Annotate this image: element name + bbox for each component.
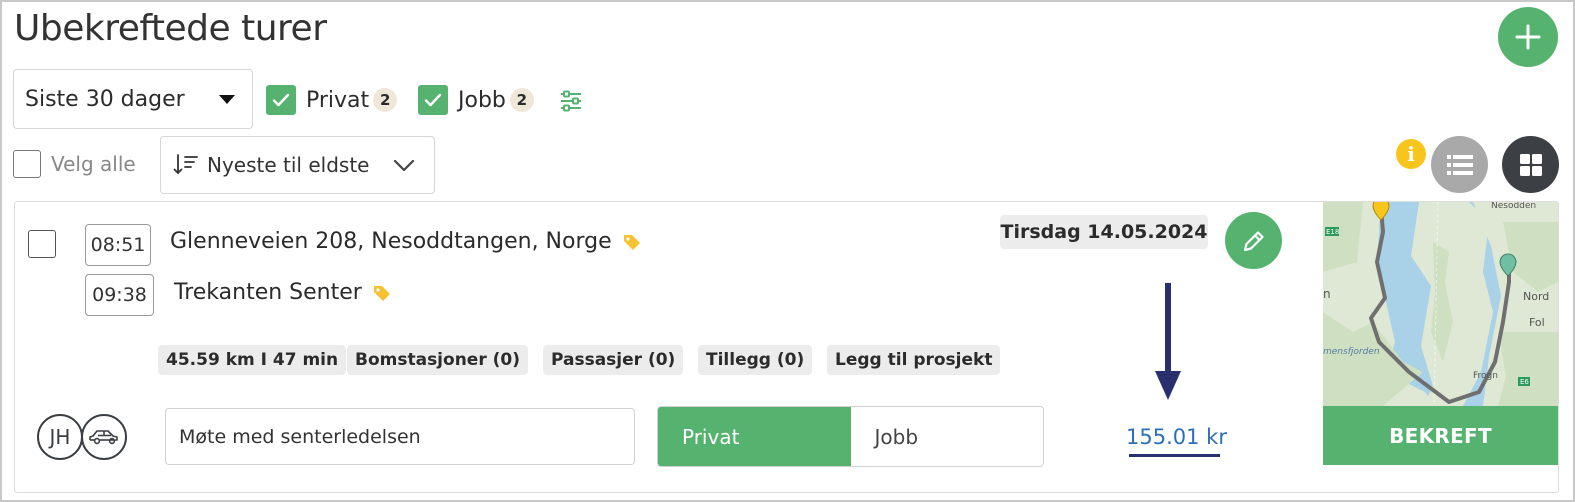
extras-chip[interactable]: Tillegg (0) (698, 345, 813, 375)
list-icon (1446, 154, 1473, 175)
map-label-top: Nesodden (1491, 202, 1536, 211)
trip-type-jobb[interactable]: Jobb (850, 407, 1043, 466)
caret-down-icon (219, 95, 235, 104)
pencil-icon (1243, 230, 1264, 251)
select-all[interactable]: Velg alle (13, 150, 136, 178)
jobb-label: Jobb (458, 87, 506, 113)
map-label-right1: Nord (1523, 290, 1549, 303)
map-label-e6: E6 (1520, 378, 1529, 386)
period-select[interactable]: Siste 30 dager (13, 69, 253, 129)
add-trip-button[interactable] (1498, 7, 1558, 67)
car-icon (89, 430, 118, 445)
chevron-down-icon (393, 159, 415, 172)
map-label-e18: E18 (1326, 228, 1339, 236)
select-all-checkbox[interactable] (13, 150, 41, 178)
jobb-checkbox[interactable] (418, 85, 448, 115)
end-address: Trekanten Senter (174, 280, 392, 305)
map-label-frogn: Frogn (1473, 371, 1498, 381)
vehicle-button[interactable] (81, 414, 127, 460)
privat-checkbox[interactable] (266, 85, 296, 115)
filter-settings-button[interactable] (559, 89, 583, 117)
distance-chip: 45.59 km I 47 min (158, 345, 347, 375)
grid-icon (1519, 153, 1542, 176)
add-project-chip[interactable]: Legg til prosjekt (827, 345, 1001, 375)
jobb-count-badge: 2 (509, 88, 534, 112)
annotation-underline (1129, 454, 1220, 457)
trip-type-privat[interactable]: Privat (658, 407, 851, 466)
privat-count-badge: 2 (373, 88, 398, 112)
map-label-fjord: mensfjorden (1323, 347, 1380, 357)
end-time: 09:38 (85, 274, 154, 316)
route-map[interactable]: Nesodden Nord Fol n mensfjorden Frogn E1… (1323, 202, 1558, 406)
trip-amount-link[interactable]: 155.01 kr (1126, 425, 1227, 449)
check-icon (424, 93, 442, 107)
info-glyph: i (1407, 142, 1415, 166)
sort-descending-icon (173, 154, 198, 175)
edit-trip-button[interactable] (1225, 212, 1282, 269)
end-address-text: Trekanten Senter (174, 280, 362, 305)
start-address: Glenneveien 208, Nesoddtangen, Norge (170, 229, 642, 254)
filter-jobb[interactable]: Jobb 2 (418, 85, 534, 115)
driver-avatar: JH (37, 414, 83, 460)
tag-icon[interactable] (622, 232, 642, 252)
trip-date: Tirsdag 14.05.2024 (1000, 215, 1208, 249)
tolls-chip[interactable]: Bomstasjoner (0) (347, 345, 528, 375)
confirm-button[interactable]: BEKREFT (1323, 406, 1558, 465)
trip-type-toggle[interactable]: Privat Jobb (657, 406, 1044, 467)
trip-note-input[interactable]: Møte med senterledelsen (165, 408, 635, 465)
annotation-arrow-icon (1155, 283, 1181, 400)
route-map-graphic: Nesodden Nord Fol n mensfjorden Frogn E1… (1323, 202, 1558, 406)
trip-select-checkbox[interactable] (28, 230, 56, 258)
map-label-right2: Fol (1529, 316, 1545, 329)
info-icon[interactable]: i (1396, 139, 1426, 169)
check-icon (272, 93, 290, 107)
sliders-icon (561, 90, 581, 112)
select-all-label: Velg alle (51, 152, 136, 176)
passengers-chip[interactable]: Passasjer (0) (543, 345, 684, 375)
start-time: 08:51 (85, 224, 151, 266)
privat-label: Privat (306, 87, 370, 113)
tag-icon[interactable] (372, 283, 392, 303)
page-title: Ubekreftede turer (14, 8, 327, 49)
list-view-button[interactable] (1431, 136, 1488, 193)
grid-view-button[interactable] (1502, 136, 1559, 193)
sort-select-value: Nyeste til eldste (207, 153, 370, 177)
plus-icon (1515, 24, 1541, 50)
filter-privat[interactable]: Privat 2 (266, 85, 398, 115)
start-address-text: Glenneveien 208, Nesoddtangen, Norge (170, 229, 612, 254)
sort-select[interactable]: Nyeste til eldste (160, 136, 435, 194)
period-select-value: Siste 30 dager (25, 86, 185, 112)
map-label-left: n (1323, 287, 1331, 301)
